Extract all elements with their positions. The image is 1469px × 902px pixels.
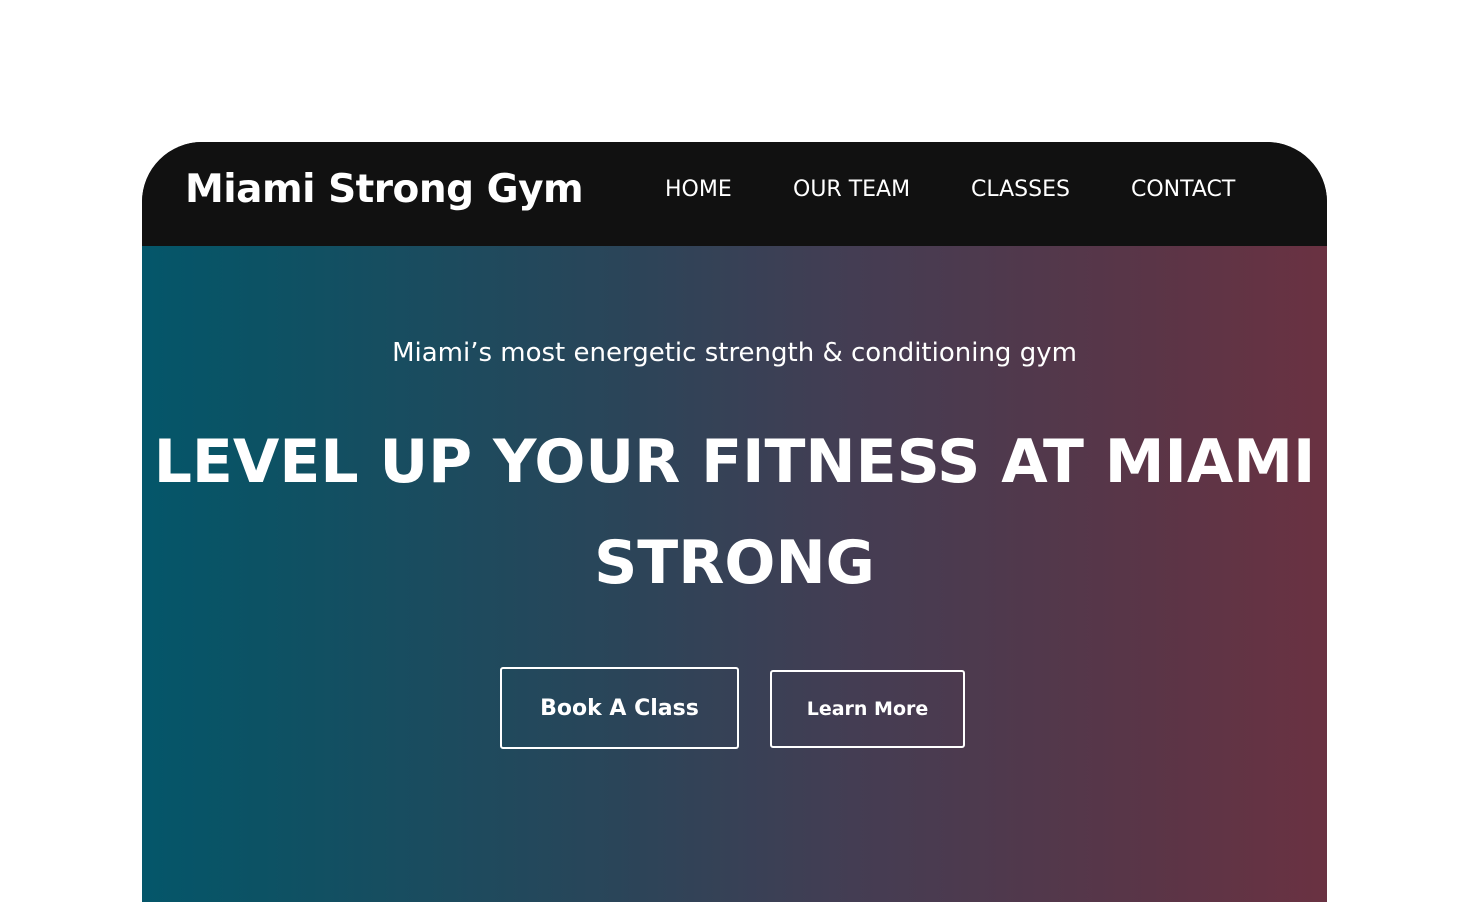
nav-home[interactable]: HOME — [665, 177, 732, 202]
brand-logo-text[interactable]: Miami Strong Gym — [185, 167, 584, 212]
nav-contact[interactable]: CONTACT — [1131, 177, 1235, 202]
hero-headline: LEVEL UP YOUR FITNESS AT MIAMI STRONG — [153, 427, 1316, 598]
book-class-button[interactable]: Book A Class — [500, 667, 739, 749]
learn-more-button[interactable]: Learn More — [770, 670, 965, 748]
site-card: Miami Strong Gym HOME OUR TEAM CLASSES C… — [142, 142, 1327, 902]
nav-our-team[interactable]: OUR TEAM — [793, 177, 910, 202]
navbar: Miami Strong Gym HOME OUR TEAM CLASSES C… — [142, 142, 1327, 246]
hero-tagline: Miami’s most energetic strength & condit… — [392, 338, 1077, 368]
nav-classes[interactable]: CLASSES — [971, 177, 1070, 202]
hero-section: Miami’s most energetic strength & condit… — [142, 246, 1327, 902]
